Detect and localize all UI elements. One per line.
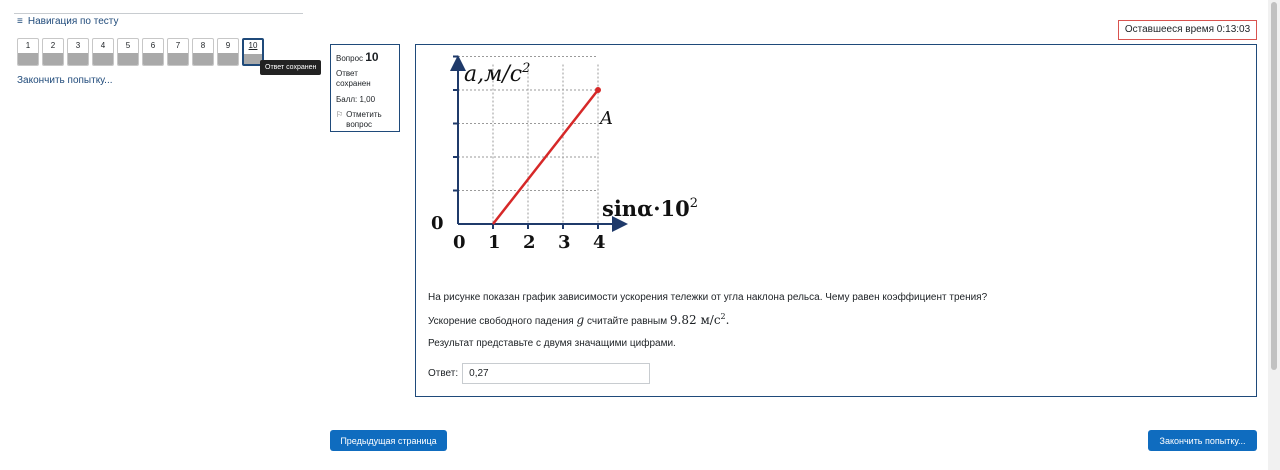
question-text-3: Результат представьте с двумя значащими … <box>428 337 676 349</box>
question-grade: Балл: 1,00 <box>336 95 376 104</box>
question-status-fill <box>43 53 63 65</box>
point-a-label: A <box>598 108 613 129</box>
question-status-fill <box>143 53 163 65</box>
question-button-number: 7 <box>175 41 181 50</box>
question-button-number: 6 <box>150 41 156 50</box>
flag-question-button[interactable]: ⚐ Отметить вопрос <box>336 110 394 130</box>
answer-saved-tooltip: Ответ сохранен <box>260 60 322 75</box>
answer-label: Ответ: <box>428 368 459 379</box>
question-status-fill <box>118 53 138 65</box>
x-tick-label: 2 <box>523 232 536 251</box>
question-button-9[interactable]: 9 <box>217 38 239 66</box>
x-tick-label: 0 <box>453 232 466 251</box>
question-status-fill <box>93 53 113 65</box>
nav-divider <box>14 13 303 14</box>
flag-question-label: Отметить вопрос <box>346 110 382 129</box>
question-button-number: 3 <box>75 41 81 50</box>
question-button-number: 9 <box>225 41 231 50</box>
quiz-navigation-title: ≡ Навигация по тесту <box>17 16 119 27</box>
x-tick-label: 4 <box>593 232 606 251</box>
menu-icon: ≡ <box>17 16 23 27</box>
question-label: Вопрос <box>336 54 364 63</box>
origin-y-label: 0 <box>431 213 444 234</box>
finish-attempt-button[interactable]: Закончить попытку... <box>1148 430 1257 451</box>
answer-input[interactable] <box>462 363 651 384</box>
finish-attempt-link[interactable]: Закончить попытку... <box>17 75 113 86</box>
point-a <box>595 87 601 93</box>
previous-page-button[interactable]: Предыдущая страница <box>330 430 447 451</box>
question-info: Вопрос 10 Ответ сохранен Балл: 1,00 ⚐ От… <box>330 44 400 132</box>
page-scrollbar[interactable] <box>1268 0 1280 470</box>
question-button-3[interactable]: 3 <box>67 38 89 66</box>
x-axis-ticks: 0 1 2 3 4 <box>453 224 606 251</box>
question-button-2[interactable]: 2 <box>42 38 64 66</box>
question-button-number: 1 <box>25 41 31 50</box>
question-status-fill <box>68 53 88 65</box>
question-content: 0 1 2 3 4 a,м/с2 A sinα·102 0 На рисунке пок… <box>415 44 1257 397</box>
question-button-number: 5 <box>125 41 131 50</box>
question-number-value: 10 <box>365 50 379 64</box>
flag-icon: ⚐ <box>336 110 344 119</box>
question-button-7[interactable]: 7 <box>167 38 189 66</box>
time-remaining: Оставшееся время 0:13:03 <box>1118 20 1257 40</box>
question-status-fill <box>193 53 213 65</box>
gravity-value: 9.82 м/с2. <box>669 312 730 327</box>
question-button-1[interactable]: 1 <box>17 38 39 66</box>
x-axis-label: sinα·102 <box>602 196 698 221</box>
scrollbar-thumb[interactable] <box>1271 2 1277 370</box>
acceleration-graph: 0 1 2 3 4 a,м/с2 A sinα·102 0 <box>431 55 698 251</box>
x-tick-label: 1 <box>488 232 501 251</box>
question-button-8[interactable]: 8 <box>192 38 214 66</box>
question-button-6[interactable]: 6 <box>142 38 164 66</box>
question-text-2: Ускорение свободного падения g считайте … <box>428 312 730 327</box>
x-tick-label: 3 <box>558 232 571 251</box>
quiz-navigation-label: Навигация по тесту <box>27 16 119 27</box>
question-button-number: 10 <box>248 41 258 50</box>
question-button-number: 2 <box>50 41 56 50</box>
question-buttons: 1 2 3 4 5 6 7 8 9 10 <box>17 38 264 66</box>
question-button-4[interactable]: 4 <box>92 38 114 66</box>
answer-row: Ответ: <box>428 363 651 384</box>
question-state: Ответ сохранен <box>336 69 371 88</box>
question-text-1: На рисунке показан график зависимости ус… <box>428 292 988 303</box>
question-status-fill <box>18 53 38 65</box>
question-status-fill <box>168 53 188 65</box>
question-button-5[interactable]: 5 <box>117 38 139 66</box>
question-text: На рисунке показан график зависимости ус… <box>428 291 987 358</box>
question-number: Вопрос 10 <box>336 50 394 65</box>
question-button-number: 8 <box>200 41 206 50</box>
y-axis-label: a,м/с2 <box>464 61 530 87</box>
question-status-fill <box>218 53 238 65</box>
question-button-number: 4 <box>100 41 106 50</box>
